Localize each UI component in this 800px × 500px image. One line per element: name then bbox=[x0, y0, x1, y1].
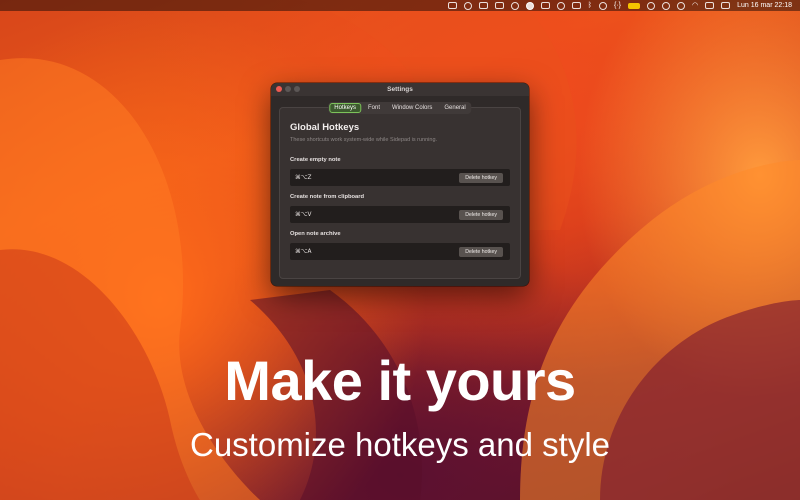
section-subtitle: These shortcuts work system-wide while S… bbox=[290, 137, 438, 143]
settings-window: Settings Hotkeys Font Window Colors Gene… bbox=[271, 83, 529, 286]
hotkey-value: ⌘⌥A bbox=[295, 248, 312, 255]
section-title: Global Hotkeys bbox=[290, 122, 360, 133]
hotkey-label-clipboard: Create note from clipboard bbox=[290, 194, 365, 200]
tab-window-colors[interactable]: Window Colors bbox=[387, 103, 437, 113]
window-titlebar[interactable]: Settings bbox=[271, 83, 529, 96]
hotkey-label-create-empty: Create empty note bbox=[290, 157, 341, 163]
hotkey-recorder-create-empty[interactable]: ⌘⌥Z Delete hotkey bbox=[290, 169, 510, 186]
menubar-clock[interactable]: Lun 16 mar 22:18 bbox=[737, 0, 792, 11]
hotkey-recorder-archive[interactable]: ⌘⌥A Delete hotkey bbox=[290, 243, 510, 260]
headphones-icon[interactable] bbox=[556, 1, 565, 10]
hotkey-value: ⌘⌥Z bbox=[295, 174, 312, 181]
document-icon[interactable] bbox=[447, 2, 457, 9]
hotkey-recorder-clipboard[interactable]: ⌘⌥V Delete hotkey bbox=[290, 206, 510, 223]
hotkeys-panel: Global Hotkeys These shortcuts work syst… bbox=[279, 107, 521, 279]
marketing-headline: Make it yours bbox=[224, 349, 576, 412]
hotkey-value: ⌘⌥V bbox=[295, 211, 312, 218]
battery-icon[interactable] bbox=[628, 2, 641, 9]
share-icon[interactable] bbox=[463, 1, 472, 10]
marketing-subline: Customize hotkeys and style bbox=[189, 426, 611, 463]
record-icon[interactable] bbox=[525, 1, 534, 10]
tab-hotkeys[interactable]: Hotkeys bbox=[329, 103, 361, 113]
delete-hotkey-button[interactable]: Delete hotkey bbox=[459, 172, 503, 183]
coffee-icon[interactable] bbox=[494, 2, 504, 9]
hotkey-label-archive: Open note archive bbox=[290, 231, 341, 237]
tab-general[interactable]: General bbox=[439, 103, 470, 113]
minimize-button[interactable] bbox=[285, 86, 291, 92]
brackets-icon[interactable]: {·} bbox=[614, 0, 621, 11]
display-icon[interactable] bbox=[571, 2, 581, 9]
delete-hotkey-button[interactable]: Delete hotkey bbox=[459, 209, 503, 220]
bluetooth-icon[interactable]: ᛒ bbox=[588, 0, 592, 11]
close-button[interactable] bbox=[276, 86, 282, 92]
menu-bar: ᛒ {·} ◠ Lun 16 mar 22:18 bbox=[0, 0, 800, 11]
wifi-icon[interactable]: ◠ bbox=[692, 0, 698, 11]
image-icon[interactable] bbox=[478, 2, 488, 9]
list-icon[interactable] bbox=[705, 2, 715, 9]
control-center-icon[interactable] bbox=[721, 2, 731, 9]
audio-icon[interactable] bbox=[647, 1, 656, 10]
airplay-icon[interactable] bbox=[662, 1, 671, 10]
zoom-button[interactable] bbox=[294, 86, 300, 92]
feather-icon[interactable] bbox=[510, 1, 519, 10]
clock-icon[interactable] bbox=[677, 1, 686, 10]
play-icon[interactable] bbox=[599, 1, 607, 10]
mail-icon[interactable] bbox=[540, 2, 550, 9]
tab-font[interactable]: Font bbox=[363, 103, 385, 113]
delete-hotkey-button[interactable]: Delete hotkey bbox=[459, 246, 503, 257]
window-title: Settings bbox=[387, 86, 413, 93]
settings-tabs: Hotkeys Font Window Colors General bbox=[328, 102, 472, 114]
traffic-lights bbox=[276, 86, 300, 92]
